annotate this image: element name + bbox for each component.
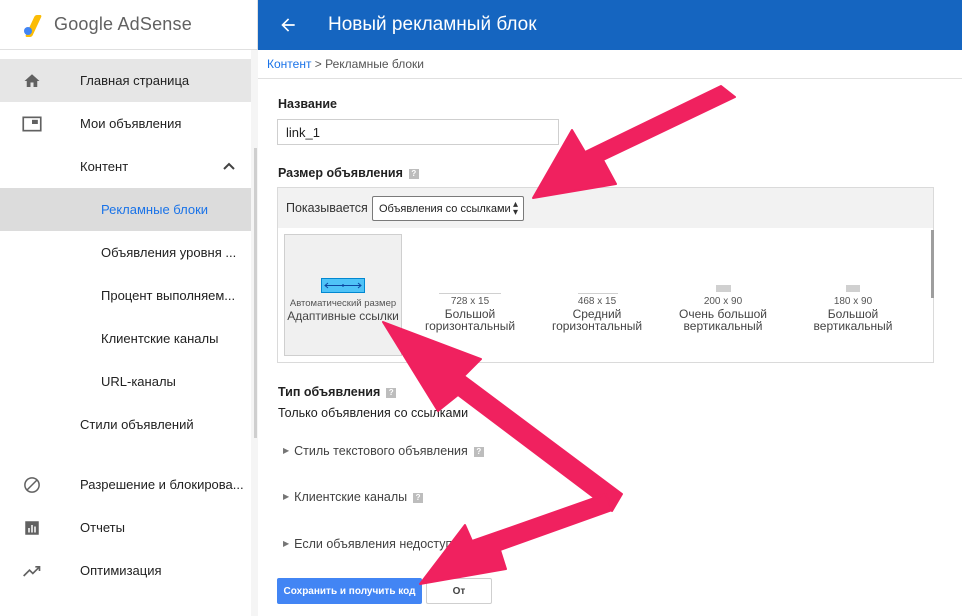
name-field[interactable]	[277, 119, 559, 145]
size-panel-scrollbar[interactable]	[931, 230, 934, 298]
ad-size-panel: Показывается Объявления со ссылками ▴ ▾ А…	[277, 187, 934, 363]
sidebar-item-label: Главная страница	[80, 73, 190, 88]
help-icon[interactable]: ?	[473, 447, 484, 457]
save-and-get-code-button[interactable]: Сохранить и получить код	[277, 578, 422, 604]
ad-type-select-value: Объявления со ссылками	[379, 203, 511, 215]
sidebar-item-custom-channels[interactable]: Клиентские каналы	[0, 317, 251, 360]
sidebar-item-allow-block[interactable]: Разрешение и блокирова...	[0, 463, 251, 506]
expand-arrow-icon: ▶	[283, 492, 290, 501]
sidebar-item-reports[interactable]: Отчеты	[0, 506, 251, 549]
chevron-up-icon	[223, 162, 235, 170]
sidebar-item-label: Клиентские каналы	[101, 331, 219, 346]
sidebar-item-my-ads[interactable]: Мои объявления	[0, 102, 251, 145]
size-preview	[716, 285, 731, 292]
size-dimensions: 468 x 15	[577, 296, 617, 307]
name-label: Название	[278, 97, 338, 111]
breadcrumb-current: Рекламные блоки	[325, 57, 424, 71]
size-name-line2: вертикальный	[813, 319, 893, 333]
size-option-468x15[interactable]: 468 x 15 Средний горизонтальный	[538, 234, 656, 356]
size-name-line2: горизонтальный	[551, 319, 643, 333]
sidebar: Google AdSense Главная страница Мои объя…	[0, 0, 258, 616]
ad-type-description: Только объявления со ссылками	[278, 406, 469, 420]
sidebar-item-label: Стили объявлений	[80, 417, 194, 432]
back-arrow-icon[interactable]	[278, 15, 298, 35]
sidebar-item-label: Рекламные блоки	[101, 202, 209, 217]
size-dimensions: 728 x 15	[450, 296, 490, 307]
expand-arrow-icon: ▶	[283, 446, 290, 455]
reports-icon	[22, 518, 42, 538]
section-label: Клиентские каналы	[294, 490, 408, 504]
cancel-button[interactable]: От	[426, 578, 492, 604]
expand-arrow-icon: ▶	[283, 539, 290, 548]
size-label: Размер объявления	[278, 166, 403, 180]
size-label-row: Размер объявления?	[278, 166, 419, 180]
logo[interactable]: Google AdSense	[0, 0, 257, 50]
size-dimensions: 180 x 90	[833, 296, 873, 307]
help-icon[interactable]: ?	[474, 540, 485, 550]
section-text-ad-style[interactable]: ▶ Стиль текстового объявления?	[283, 444, 484, 458]
size-dimensions: Автоматический размер	[289, 298, 397, 309]
sidebar-item-ad-styles[interactable]: Стили объявлений	[0, 403, 251, 446]
size-preview	[846, 285, 860, 292]
responsive-size-icon	[321, 278, 365, 293]
sidebar-item-label: Мои объявления	[80, 116, 182, 131]
sidebar-item-content[interactable]: Контент	[0, 145, 251, 188]
page-header: Новый рекламный блок	[258, 0, 962, 50]
sidebar-item-label: Объявления уровня ...	[101, 245, 237, 260]
sidebar-item-label: Процент выполняем...	[101, 288, 236, 303]
section-label: Стиль текстового объявления	[294, 444, 468, 458]
sidebar-item-label: Отчеты	[80, 520, 125, 535]
help-icon[interactable]: ?	[413, 493, 424, 503]
sidebar-item-optimization[interactable]: Оптимизация	[0, 549, 251, 592]
sidebar-item-url-channels[interactable]: URL-каналы	[0, 360, 251, 403]
help-icon[interactable]: ?	[386, 388, 397, 398]
section-label: Если объявления недоступны	[294, 537, 469, 551]
sidebar-item-completion-rate[interactable]: Процент выполняем...	[0, 274, 251, 317]
size-dimensions: 200 x 90	[703, 296, 743, 307]
help-icon[interactable]: ?	[408, 169, 419, 179]
page-title: Новый рекламный блок	[328, 14, 537, 35]
select-arrows-icon: ▴ ▾	[512, 199, 518, 218]
section-custom-channels[interactable]: ▶ Клиентские каналы?	[283, 490, 424, 504]
sidebar-item-label: Разрешение и блокирова...	[80, 477, 244, 492]
size-preview	[578, 293, 618, 294]
section-backup-ads[interactable]: ▶ Если объявления недоступны?	[283, 537, 485, 551]
sidebar-item-label: URL-каналы	[101, 374, 176, 389]
sidebar-item-home[interactable]: Главная страница	[0, 59, 251, 102]
ad-type-select[interactable]: Объявления со ссылками ▴ ▾	[372, 196, 524, 221]
breadcrumb-link-content[interactable]: Контент	[267, 57, 311, 71]
size-option-728x15[interactable]: 728 x 15 Большой горизонтальный	[411, 234, 529, 356]
sidebar-item-label: Контент	[80, 159, 129, 174]
home-icon	[22, 71, 42, 91]
sidebar-scrollbar-thumb[interactable]	[254, 148, 257, 438]
breadcrumb-separator: >	[311, 57, 326, 71]
size-option-responsive[interactable]: Автоматический размер Адаптивные ссылки	[284, 234, 402, 356]
size-name: Адаптивные ссылки	[287, 309, 399, 323]
sidebar-item-label: Оптимизация	[80, 563, 162, 578]
size-name-line2: вертикальный	[683, 319, 763, 333]
adsense-logo-icon	[24, 13, 46, 37]
arrow-to-ad-type-select	[532, 85, 736, 199]
size-name-line2: горизонтальный	[424, 319, 516, 333]
sidebar-item-page-level-ads[interactable]: Объявления уровня ...	[0, 231, 251, 274]
ad-size-filter-bar: Показывается Объявления со ссылками ▴ ▾	[278, 188, 933, 228]
breadcrumb: Контент > Рекламные блоки	[267, 57, 424, 71]
block-icon	[22, 475, 42, 495]
ad-type-label-row: Тип объявления?	[278, 385, 397, 399]
header-divider	[258, 78, 962, 79]
size-preview	[439, 293, 501, 294]
brand-name: Google AdSense	[54, 14, 192, 34]
optimization-icon	[22, 561, 42, 581]
size-option-200x90[interactable]: 200 x 90 Очень большой вертикальный	[664, 234, 782, 356]
ad-type-label: Тип объявления	[278, 385, 381, 399]
size-option-180x90[interactable]: 180 x 90 Большой вертикальный	[794, 234, 912, 356]
sidebar-item-ad-units[interactable]: Рекламные блоки	[0, 188, 251, 231]
ads-icon	[22, 114, 42, 134]
show-label: Показывается	[286, 201, 368, 215]
